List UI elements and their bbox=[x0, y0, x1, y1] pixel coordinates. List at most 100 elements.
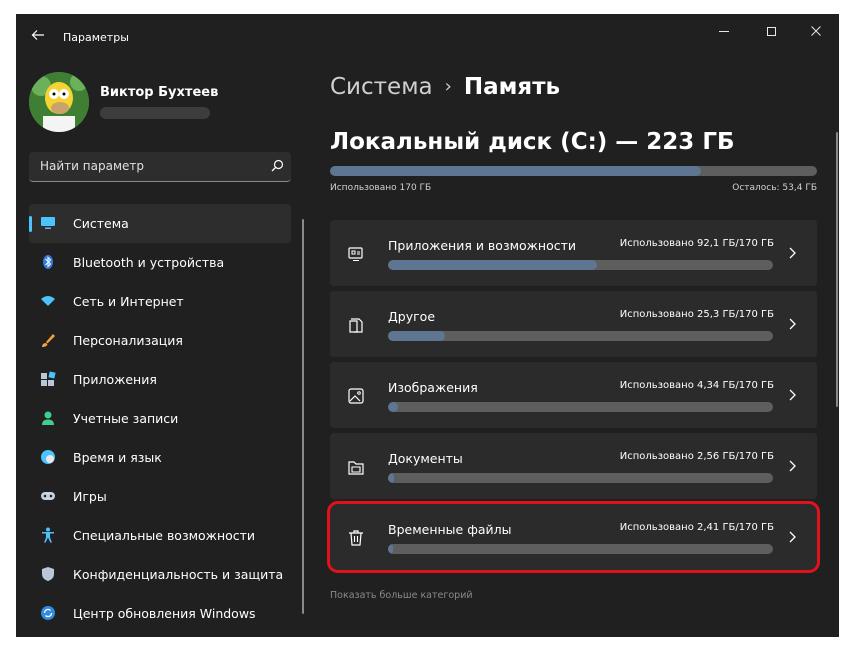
category-usage: Использовано 25,3 ГБ/170 ГБ bbox=[619, 309, 774, 320]
app-title: Параметры bbox=[63, 31, 129, 44]
sidebar-item-bluetooth[interactable]: Bluetooth и устройства bbox=[29, 243, 291, 282]
page-title: Память bbox=[463, 74, 561, 100]
category-usage-fill bbox=[388, 544, 394, 554]
update-icon bbox=[41, 606, 55, 620]
sidebar-item-personalization[interactable]: Персонализация bbox=[29, 321, 291, 360]
minimize-button[interactable] bbox=[701, 14, 747, 48]
wifi-icon bbox=[41, 296, 55, 306]
sidebar-nav: Система Bluetooth и устройства Сеть и Ин… bbox=[29, 204, 291, 633]
maximize-button[interactable] bbox=[748, 14, 794, 48]
category-label: Приложения и возможности bbox=[388, 238, 577, 253]
sidebar-item-label: Центр обновления Windows bbox=[73, 606, 256, 621]
sidebar-item-privacy[interactable]: Конфиденциальность и защита bbox=[29, 555, 291, 594]
back-button[interactable] bbox=[28, 28, 48, 48]
category-usage-bar bbox=[388, 544, 773, 554]
avatar[interactable] bbox=[29, 72, 89, 132]
chevron-right-icon bbox=[789, 460, 796, 472]
sidebar-item-label: Специальные возможности bbox=[73, 528, 256, 543]
sidebar-scrollbar[interactable] bbox=[302, 219, 304, 614]
category-usage-bar bbox=[388, 473, 773, 483]
chevron-right-icon bbox=[789, 247, 796, 259]
search-icon[interactable] bbox=[269, 158, 285, 174]
sidebar-item-apps[interactable]: Приложения bbox=[29, 360, 291, 399]
documents-icon bbox=[349, 318, 363, 333]
sidebar-item-accessibility[interactable]: Специальные возможности bbox=[29, 516, 291, 555]
category-label: Другое bbox=[388, 309, 436, 324]
category-images[interactable]: Изображения Использовано 4,34 ГБ/170 ГБ bbox=[330, 362, 817, 428]
sidebar-item-label: Конфиденциальность и защита bbox=[73, 567, 284, 582]
sidebar-item-label: Сеть и Интернет bbox=[73, 294, 184, 309]
disk-free-label: Осталось: 53,4 ГБ bbox=[732, 183, 817, 193]
person-icon bbox=[42, 411, 54, 425]
chevron-right-icon: › bbox=[444, 76, 452, 97]
folder-icon bbox=[348, 461, 364, 475]
category-usage-bar bbox=[388, 402, 773, 412]
category-usage-bar bbox=[388, 260, 773, 270]
user-name: Виктор Бухтеев bbox=[100, 85, 219, 100]
trash-icon bbox=[349, 530, 363, 546]
category-usage-fill bbox=[388, 260, 597, 270]
sidebar-item-label: Учетные записи bbox=[73, 411, 179, 426]
category-other[interactable]: Другое Использовано 25,3 ГБ/170 ГБ bbox=[330, 291, 817, 357]
chevron-right-icon bbox=[789, 389, 796, 401]
category-usage: Использовано 2,56 ГБ/170 ГБ bbox=[619, 451, 774, 462]
settings-window: Параметры Виктор Бухтеев Найти параметр … bbox=[16, 14, 839, 637]
homer-avatar-icon bbox=[29, 72, 89, 132]
bluetooth-icon bbox=[43, 255, 53, 269]
storage-categories: Приложения и возможности Использовано 92… bbox=[327, 220, 820, 575]
disk-usage-bar bbox=[330, 166, 817, 176]
disk-title: Локальный диск (C:) — 223 ГБ bbox=[330, 129, 735, 155]
sidebar-item-label: Система bbox=[73, 216, 129, 231]
category-temp-files[interactable]: Временные файлы Использовано 2,41 ГБ/170… bbox=[327, 501, 820, 573]
category-label: Изображения bbox=[388, 380, 478, 395]
category-usage: Использовано 2,41 ГБ/170 ГБ bbox=[619, 522, 774, 533]
brush-icon bbox=[42, 334, 55, 347]
category-usage-bar bbox=[388, 331, 773, 341]
monitor-icon bbox=[41, 217, 55, 229]
disk-used-label: Использовано 170 ГБ bbox=[330, 183, 432, 193]
sidebar-item-label: Bluetooth и устройства bbox=[73, 255, 225, 270]
sidebar-item-label: Время и язык bbox=[73, 450, 162, 465]
breadcrumb-parent[interactable]: Система bbox=[330, 74, 433, 100]
search-box[interactable] bbox=[29, 152, 291, 182]
active-indicator bbox=[29, 216, 32, 232]
category-label: Временные файлы bbox=[388, 522, 512, 537]
category-usage: Использовано 4,34 ГБ/170 ГБ bbox=[619, 380, 774, 391]
sidebar-item-accounts[interactable]: Учетные записи bbox=[29, 399, 291, 438]
category-documents[interactable]: Документы Использовано 2,56 ГБ/170 ГБ bbox=[330, 433, 817, 499]
apps-list-icon bbox=[348, 247, 363, 262]
maximize-icon bbox=[766, 26, 776, 36]
gamepad-icon bbox=[41, 492, 55, 500]
apps-icon bbox=[41, 371, 56, 386]
disk-usage-fill bbox=[330, 166, 702, 176]
sidebar-item-network[interactable]: Сеть и Интернет bbox=[29, 282, 291, 321]
sidebar-item-label: Персонализация bbox=[73, 333, 183, 348]
image-icon bbox=[348, 388, 364, 404]
category-usage-fill bbox=[388, 473, 394, 483]
show-more-categories-link[interactable]: Показать больше категорий bbox=[330, 590, 473, 601]
close-button[interactable] bbox=[793, 14, 839, 48]
sidebar-item-gaming[interactable]: Игры bbox=[29, 477, 291, 516]
breadcrumb: Система › Память bbox=[330, 74, 560, 100]
minimize-icon bbox=[719, 30, 729, 32]
close-icon bbox=[811, 26, 821, 36]
main-scrollbar[interactable] bbox=[836, 132, 838, 407]
globe-clock-icon bbox=[41, 450, 55, 464]
accessibility-icon bbox=[42, 527, 54, 543]
sidebar-item-windows-update[interactable]: Центр обновления Windows bbox=[29, 594, 291, 633]
title-bar: Параметры bbox=[16, 14, 839, 62]
chevron-right-icon bbox=[789, 318, 796, 330]
shield-icon bbox=[42, 567, 54, 581]
sidebar-item-label: Игры bbox=[73, 489, 107, 504]
category-apps[interactable]: Приложения и возможности Использовано 92… bbox=[330, 220, 817, 286]
chevron-right-icon bbox=[789, 531, 796, 543]
category-usage: Использовано 92,1 ГБ/170 ГБ bbox=[619, 238, 774, 249]
user-email-blurred bbox=[100, 107, 210, 119]
sidebar-item-label: Приложения bbox=[73, 372, 157, 387]
search-input[interactable] bbox=[29, 152, 259, 180]
arrow-left-icon bbox=[31, 30, 44, 40]
sidebar-item-time-language[interactable]: Время и язык bbox=[29, 438, 291, 477]
category-label: Документы bbox=[388, 451, 463, 466]
sidebar-item-system[interactable]: Система bbox=[29, 204, 291, 243]
category-usage-fill bbox=[388, 402, 398, 412]
